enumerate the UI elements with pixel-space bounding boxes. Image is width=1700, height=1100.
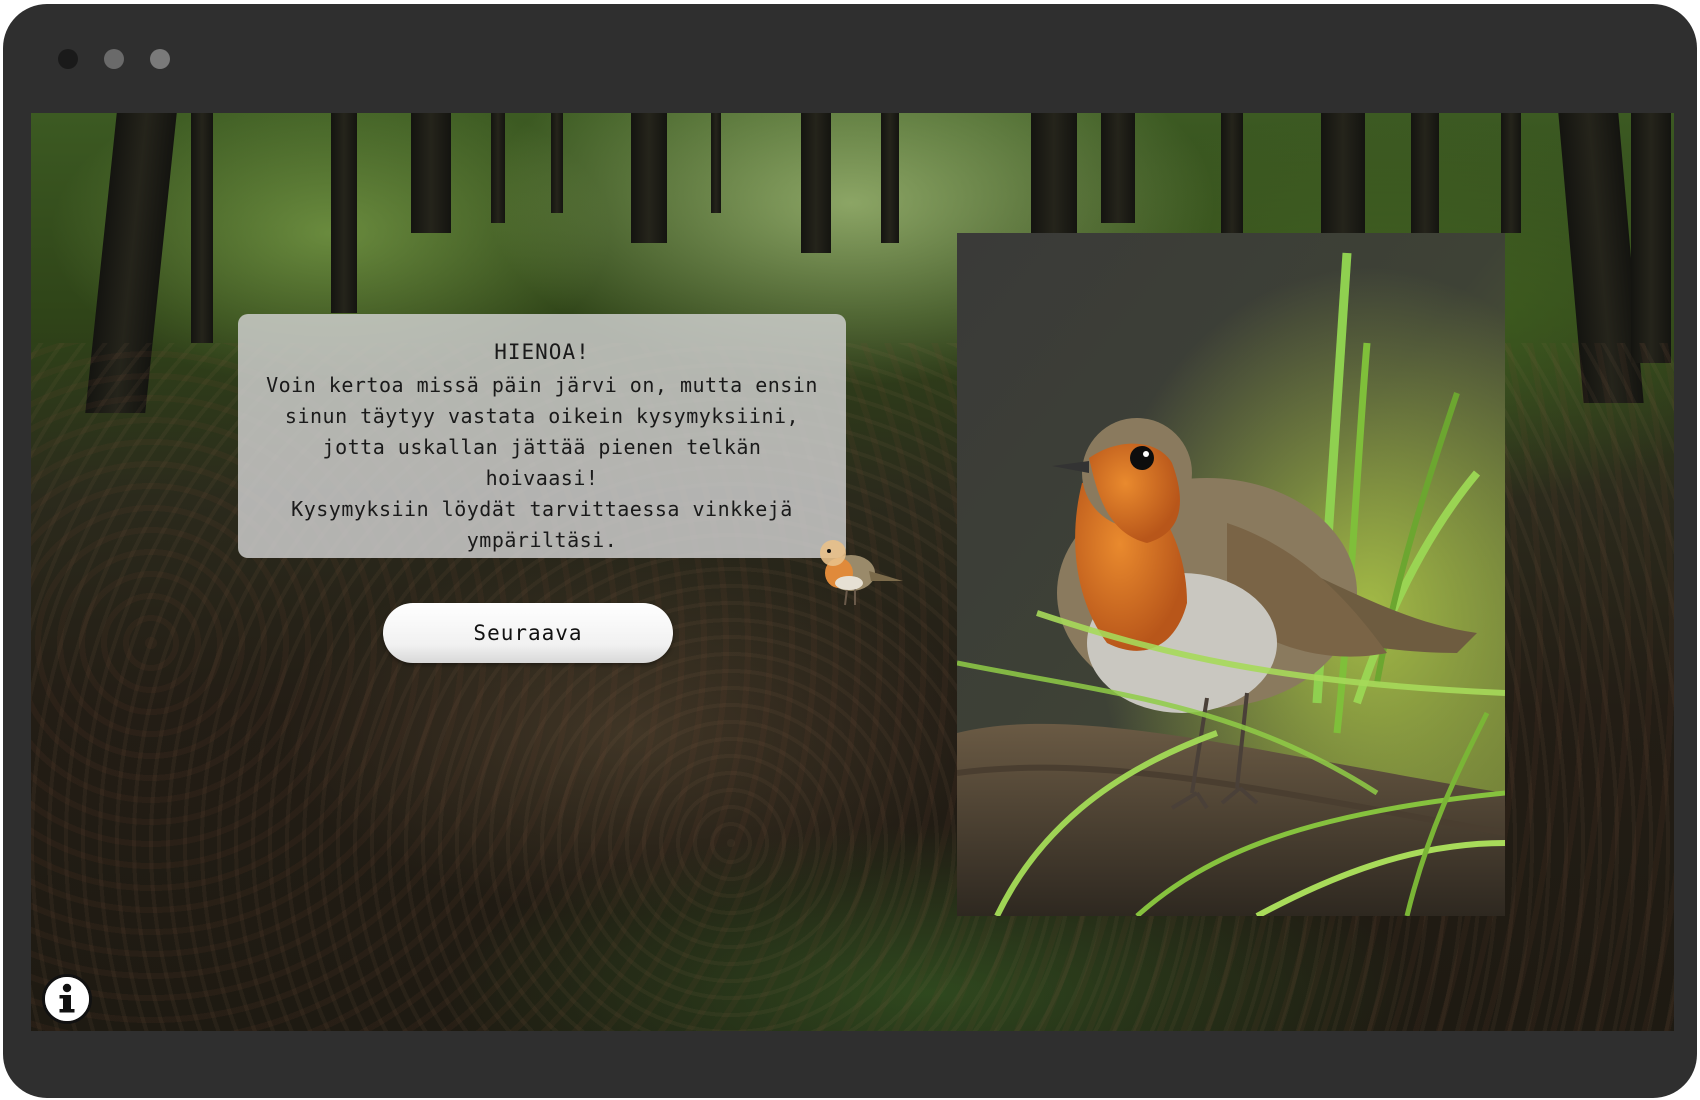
info-button[interactable] [42,974,92,1024]
browser-window: HIENOA! Voin kertoa missä päin järvi on,… [3,4,1697,1098]
next-button[interactable]: Seuraava [383,603,673,663]
dialog-text: Voin kertoa missä päin järvi on, mutta e… [266,373,818,552]
speech-dialog: HIENOA! Voin kertoa missä päin järvi on,… [238,314,846,558]
info-icon [45,977,89,1021]
game-scene: HIENOA! Voin kertoa missä päin järvi on,… [31,113,1674,1031]
maximize-window-button[interactable] [150,49,170,69]
robin-icon[interactable] [811,531,906,611]
dialog-title: HIENOA! [494,340,590,364]
robin-photo-image [957,233,1505,916]
robin-photo [957,233,1505,916]
minimize-window-button[interactable] [104,49,124,69]
close-window-button[interactable] [58,49,78,69]
